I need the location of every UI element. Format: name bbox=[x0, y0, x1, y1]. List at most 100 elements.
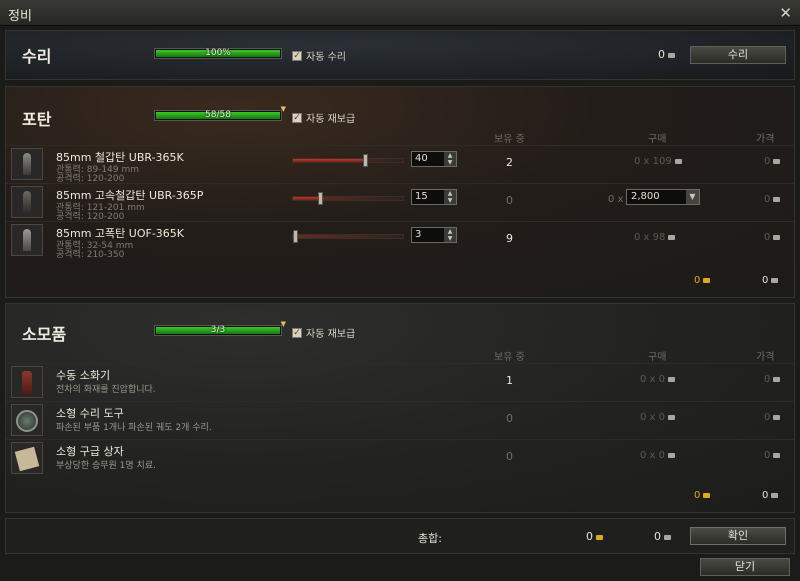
credits-icon bbox=[668, 52, 675, 58]
close-button[interactable]: 닫기 bbox=[700, 558, 790, 576]
repair-title: 수리 bbox=[22, 47, 52, 66]
close-icon[interactable]: ✕ bbox=[779, 4, 792, 22]
consumable-price: 0 bbox=[764, 450, 781, 461]
checkbox-check-icon: ✓ bbox=[292, 112, 302, 123]
auto-resupply-consumables-checkbox[interactable]: ✓ 자동 재보급 bbox=[292, 325, 355, 340]
stepper-value: 15 bbox=[415, 191, 428, 202]
col-owned-header: 보유 중 bbox=[494, 134, 525, 145]
repair-button[interactable]: 수리 bbox=[690, 46, 786, 64]
shell-price: 0 bbox=[764, 156, 781, 167]
progress-marker-icon: ▼ bbox=[280, 105, 286, 113]
stepper-arrows-icon[interactable]: ▲ ▼ bbox=[444, 228, 456, 242]
shells-progress-bar: 58/58 ▼ bbox=[154, 105, 286, 121]
shell-buy-currency-select[interactable]: 2,800 ▼ bbox=[626, 189, 700, 205]
consumable-thumbnail bbox=[11, 404, 43, 436]
shell-buy-value: 0 x 98 bbox=[634, 232, 666, 243]
shell-row-ubr365p: 85mm 고속철갑탄 UBR-365P 관통력: 121-201 mm 공격력:… bbox=[6, 183, 794, 222]
shell-quantity-slider[interactable] bbox=[292, 230, 404, 243]
col-price-header: 가격 bbox=[756, 352, 775, 363]
auto-resupply-shells-checkbox[interactable]: ✓ 자동 재보급 bbox=[292, 110, 355, 125]
consumable-price: 0 bbox=[764, 374, 781, 385]
consumables-progress-bar: 3/3 ▼ bbox=[154, 320, 286, 336]
auto-resupply-shells-label: 자동 재보급 bbox=[306, 114, 356, 125]
shell-owned: 0 bbox=[506, 194, 513, 207]
credits-icon bbox=[773, 196, 781, 202]
auto-repair-label: 자동 수리 bbox=[306, 52, 346, 63]
shell-quantity-stepper[interactable]: 3 ▲ ▼ bbox=[411, 227, 457, 243]
col-buy-header: 구매 bbox=[648, 134, 667, 145]
auto-resupply-consumables-label: 자동 재보급 bbox=[306, 329, 356, 340]
total-credits-value: 0 bbox=[654, 530, 661, 543]
ap-shell-icon bbox=[23, 153, 31, 175]
credits-icon bbox=[668, 452, 675, 458]
consumable-price-value: 0 bbox=[764, 412, 771, 423]
consumable-buy-value: 0 x 0 bbox=[640, 450, 665, 461]
shell-buy-value: 0 x 109 bbox=[634, 156, 672, 167]
shells-subtotal-credits-value: 0 bbox=[762, 275, 769, 286]
repair-cost-value: 0 bbox=[658, 48, 665, 61]
shell-quantity-stepper[interactable]: 40 ▲ ▼ bbox=[411, 151, 457, 167]
stepper-value: 3 bbox=[415, 229, 422, 240]
consumable-thumbnail bbox=[11, 442, 43, 474]
consumables-subtotal-gold-value: 0 bbox=[694, 490, 701, 501]
consumable-row-first-aid-kit: 소형 구급 상자 부상당한 승무원 1명 치료. 0 0 x 0 0 bbox=[6, 439, 794, 477]
consumable-owned: 0 bbox=[506, 450, 513, 463]
shell-quantity-slider[interactable] bbox=[292, 192, 404, 205]
consumable-buy-value: 0 x 0 bbox=[640, 412, 665, 423]
consumable-name: 소형 구급 상자 bbox=[56, 445, 124, 458]
shell-row-ubr365k: 85mm 철갑탄 UBR-365K 관통력: 89-149 mm 공격력: 12… bbox=[6, 145, 794, 184]
slider-knob[interactable] bbox=[293, 230, 299, 243]
gold-icon bbox=[703, 492, 711, 498]
consumable-buy-value: 0 x 0 bbox=[640, 374, 665, 385]
confirm-button[interactable]: 확인 bbox=[690, 527, 786, 545]
consumables-subtotal-gold: 0 bbox=[694, 490, 711, 501]
credits-icon bbox=[674, 158, 682, 164]
consumable-price-value: 0 bbox=[764, 450, 771, 461]
credits-icon bbox=[668, 234, 676, 240]
consumable-price-value: 0 bbox=[764, 374, 771, 385]
first-aid-kit-icon bbox=[14, 446, 40, 472]
shell-quantity-slider[interactable] bbox=[292, 154, 404, 167]
credits-icon bbox=[668, 376, 675, 382]
consumable-buy: 0 x 0 bbox=[640, 374, 675, 385]
checkbox-check-icon: ✓ bbox=[292, 327, 302, 338]
shell-price: 0 bbox=[764, 232, 781, 243]
slider-fill bbox=[293, 197, 319, 200]
shell-thumbnail bbox=[11, 148, 43, 180]
col-price-header: 가격 bbox=[756, 134, 775, 145]
shell-row-uof365k: 85mm 고폭탄 UOF-365K 관통력: 32-54 mm 공격력: 210… bbox=[6, 221, 794, 260]
slider-knob[interactable] bbox=[317, 192, 323, 205]
shell-buy: 0 x 98 bbox=[634, 232, 676, 243]
stepper-arrows-icon[interactable]: ▲ ▼ bbox=[444, 152, 456, 166]
shell-price-value: 0 bbox=[764, 232, 771, 243]
fire-extinguisher-icon bbox=[22, 371, 32, 395]
credits-icon bbox=[773, 158, 781, 164]
auto-repair-checkbox[interactable]: ✓ 자동 수리 bbox=[292, 48, 346, 63]
shell-thumbnail bbox=[11, 186, 43, 218]
total-bar: 총합: 0 0 확인 bbox=[5, 518, 795, 554]
consumable-owned: 1 bbox=[506, 374, 513, 387]
slider-knob[interactable] bbox=[362, 154, 368, 167]
chevron-down-icon[interactable]: ▼ bbox=[686, 190, 699, 204]
shell-quantity-stepper[interactable]: 15 ▲ ▼ bbox=[411, 189, 457, 205]
he-shell-icon bbox=[23, 229, 31, 251]
slider-fill bbox=[293, 159, 364, 162]
col-buy-header: 구매 bbox=[648, 352, 667, 363]
repair-kit-icon bbox=[16, 410, 38, 432]
consumables-section: 소모품 3/3 ▼ ✓ 자동 재보급 보유 중 구매 가격 수동 소화기 전차의… bbox=[5, 303, 795, 513]
credits-icon bbox=[773, 414, 781, 420]
shell-price: 0 bbox=[764, 194, 781, 205]
repair-cost: 0 bbox=[658, 48, 675, 61]
consumables-subtotal-credits: 0 bbox=[762, 490, 779, 501]
credits-icon bbox=[771, 277, 779, 283]
total-gold-value: 0 bbox=[586, 530, 593, 543]
consumable-thumbnail bbox=[11, 366, 43, 398]
consumable-owned: 0 bbox=[506, 412, 513, 425]
shells-progress-text: 58/58 bbox=[205, 110, 231, 120]
credits-icon bbox=[773, 234, 781, 240]
gold-icon bbox=[596, 534, 603, 540]
shells-section: 포탄 58/58 ▼ ✓ 자동 재보급 보유 중 구매 가격 85mm 철갑탄 … bbox=[5, 86, 795, 298]
checkbox-check-icon: ✓ bbox=[292, 50, 302, 61]
total-gold: 0 bbox=[586, 530, 603, 543]
stepper-arrows-icon[interactable]: ▲ ▼ bbox=[444, 190, 456, 204]
